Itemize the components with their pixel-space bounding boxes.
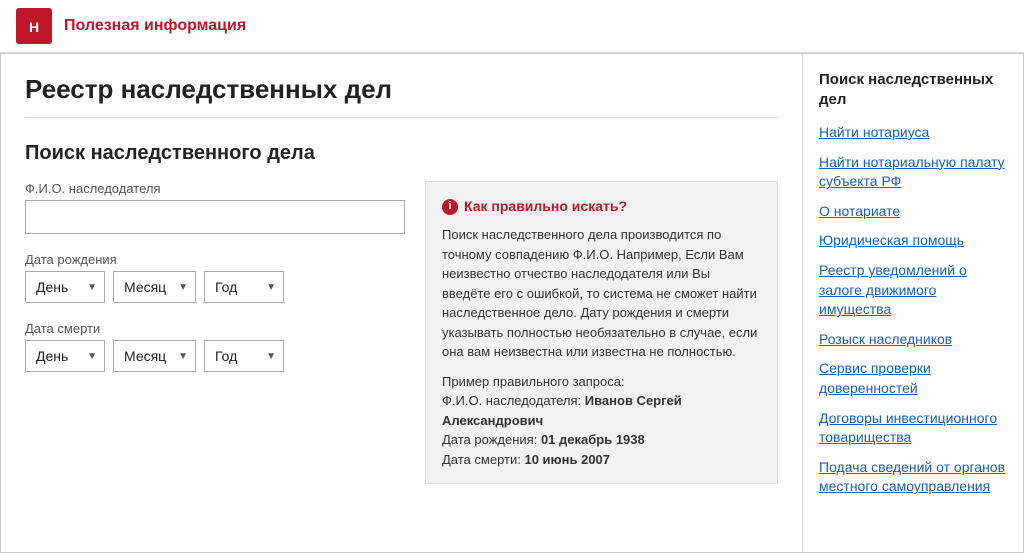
sidebar-link-heir-search[interactable]: Розыск наследников (819, 331, 952, 347)
info-box-title: Как правильно искать? (464, 196, 627, 217)
page-title: Реестр наследственных дел (25, 74, 778, 118)
sidebar-nav: Найти нотариуса Найти нотариальную палат… (819, 123, 1007, 497)
header-title: Полезная информация (64, 17, 246, 35)
sidebar-item-find-chamber[interactable]: Найти нотариальную палату субъекта РФ (819, 153, 1007, 192)
info-box: i Как правильно искать? Поиск наследстве… (425, 181, 778, 484)
logo-icon: Н (16, 8, 52, 44)
example-label: Пример правильного запроса: (442, 372, 761, 392)
sidebar-item-investment[interactable]: Договоры инвестиционного товарищества (819, 409, 1007, 448)
example-birth-label: Дата рождения: (442, 432, 537, 447)
fio-label: Ф.И.О. наследодателя (25, 181, 405, 196)
page-wrapper: Реестр наследственных дел Поиск наследст… (0, 53, 1024, 553)
death-day-wrap[interactable]: День ▼ (25, 340, 105, 372)
death-month-select[interactable]: Месяц (113, 340, 196, 372)
sidebar-link-poa-check[interactable]: Сервис проверки доверенностей (819, 360, 931, 396)
example-birth-value: 01 декабрь 1938 (541, 432, 645, 447)
sidebar: Поиск наследственных дел Найти нотариуса… (803, 54, 1023, 552)
example-fio: Ф.И.О. наследодателя: Иванов Сергей Алек… (442, 391, 761, 430)
example-death-label: Дата смерти: (442, 452, 521, 467)
fio-field-group: Ф.И.О. наследодателя (25, 181, 405, 234)
sidebar-item-legal-help[interactable]: Юридическая помощь (819, 231, 1007, 251)
info-box-header: i Как правильно искать? (442, 196, 761, 217)
birth-date-label: Дата рождения (25, 252, 405, 267)
sidebar-link-legal-help[interactable]: Юридическая помощь (819, 232, 964, 248)
sidebar-link-pledge-registry[interactable]: Реестр уведомлений о залоге движимого им… (819, 262, 967, 317)
death-date-field-group: Дата смерти День ▼ Месяц ▼ (25, 321, 405, 372)
death-day-select[interactable]: День (25, 340, 105, 372)
birth-month-wrap[interactable]: Месяц ▼ (113, 271, 196, 303)
sidebar-item-notariat[interactable]: О нотариате (819, 202, 1007, 222)
info-box-text: Поиск наследственного дела производится … (442, 225, 761, 362)
birth-year-select[interactable]: Год (204, 271, 284, 303)
birth-month-select[interactable]: Месяц (113, 271, 196, 303)
sidebar-link-local-gov[interactable]: Подача сведений от органов местного само… (819, 459, 1005, 495)
example-fio-label: Ф.И.О. наследодателя: (442, 393, 581, 408)
sidebar-item-find-notary[interactable]: Найти нотариуса (819, 123, 1007, 143)
form-left: Ф.И.О. наследодателя Дата рождения День … (25, 181, 405, 390)
death-year-wrap[interactable]: Год ▼ (204, 340, 284, 372)
sidebar-title: Поиск наследственных дел (819, 70, 1007, 109)
form-area: Ф.И.О. наследодателя Дата рождения День … (25, 181, 778, 484)
example-birth: Дата рождения: 01 декабрь 1938 (442, 430, 761, 450)
info-icon: i (442, 199, 458, 215)
death-date-row: День ▼ Месяц ▼ Год (25, 340, 405, 372)
birth-day-wrap[interactable]: День ▼ (25, 271, 105, 303)
info-example: Пример правильного запроса: Ф.И.О. насле… (442, 372, 761, 470)
sidebar-item-local-gov[interactable]: Подача сведений от органов местного само… (819, 458, 1007, 497)
sidebar-item-heir-search[interactable]: Розыск наследников (819, 330, 1007, 350)
sidebar-link-notariat[interactable]: О нотариате (819, 203, 900, 219)
example-death: Дата смерти: 10 июнь 2007 (442, 450, 761, 470)
death-year-select[interactable]: Год (204, 340, 284, 372)
birth-date-field-group: Дата рождения День ▼ Месяц ▼ (25, 252, 405, 303)
svg-text:Н: Н (29, 19, 39, 35)
death-month-wrap[interactable]: Месяц ▼ (113, 340, 196, 372)
birth-date-row: День ▼ Месяц ▼ Год (25, 271, 405, 303)
section-title: Поиск наследственного дела (25, 142, 778, 165)
example-death-value: 10 июнь 2007 (524, 452, 610, 467)
death-date-label: Дата смерти (25, 321, 405, 336)
header: Н Полезная информация (0, 0, 1024, 53)
main-content: Реестр наследственных дел Поиск наследст… (1, 54, 803, 552)
sidebar-link-investment[interactable]: Договоры инвестиционного товарищества (819, 410, 997, 446)
birth-day-select[interactable]: День (25, 271, 105, 303)
sidebar-item-poa-check[interactable]: Сервис проверки доверенностей (819, 359, 1007, 398)
sidebar-link-find-notary[interactable]: Найти нотариуса (819, 124, 929, 140)
sidebar-link-find-chamber[interactable]: Найти нотариальную палату субъекта РФ (819, 154, 1005, 190)
sidebar-item-pledge-registry[interactable]: Реестр уведомлений о залоге движимого им… (819, 261, 1007, 320)
birth-year-wrap[interactable]: Год ▼ (204, 271, 284, 303)
fio-input[interactable] (25, 200, 405, 234)
